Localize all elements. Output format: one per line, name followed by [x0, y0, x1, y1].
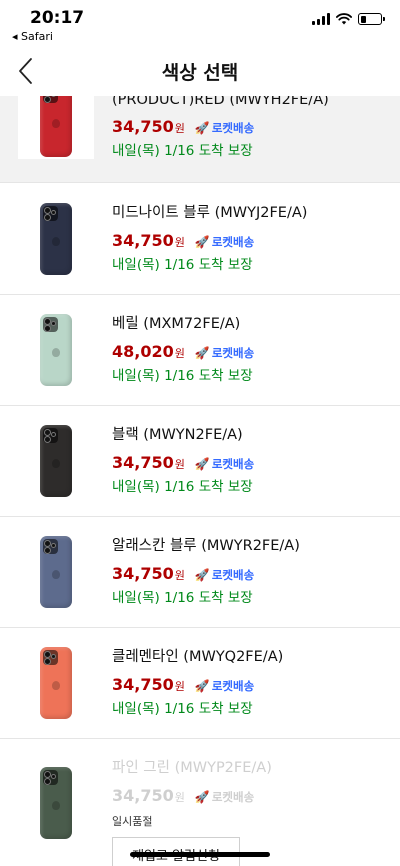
option-name: (PRODUCT)RED (MWYH2FE/A)	[112, 96, 329, 108]
price: 34,750	[112, 231, 174, 250]
rocket-icon: 🚀	[194, 457, 210, 471]
currency: 원	[174, 458, 185, 471]
rocket-delivery-badge: 🚀 로켓배송	[194, 568, 255, 582]
option-name: 파인 그린 (MWYP2FE/A)	[112, 760, 272, 776]
price: 34,750	[112, 453, 174, 472]
phone-case-image	[40, 767, 72, 839]
delivery-guarantee: 내일(목) 1/16 도착 보장	[112, 368, 253, 384]
rocket-delivery-badge: 🚀 로켓배송	[194, 679, 255, 693]
header: 색상 선택	[0, 44, 400, 96]
option-name: 베릴 (MXM72FE/A)	[112, 316, 241, 332]
cellular-signal-icon	[312, 13, 330, 25]
rocket-icon: 🚀	[194, 568, 210, 582]
page-title: 색상 선택	[161, 62, 239, 84]
phone-case-image	[40, 96, 72, 157]
status-icons	[312, 13, 385, 25]
product-thumbnail	[18, 96, 94, 159]
back-to-safari-link[interactable]: ◂ Safari	[12, 30, 53, 43]
color-option-alaskan-blue[interactable]: 알래스칸 블루 (MWYR2FE/A) 34,750 원 🚀 로켓배송 내일(목) …	[0, 517, 400, 628]
sold-out-status: 일시품절	[112, 815, 153, 828]
rocket-delivery-badge: 🚀 로켓배송	[194, 790, 255, 804]
delivery-guarantee: 내일(목) 1/16 도착 보장	[112, 590, 253, 606]
color-option-midnight-blue[interactable]: 미드나이트 블루 (MWYJ2FE/A) 34,750 원 🚀 로켓배송 내일(목)…	[0, 184, 400, 295]
option-name: 클레멘타인 (MWYQ2FE/A)	[112, 649, 284, 665]
price: 34,750	[112, 117, 174, 136]
product-thumbnail	[18, 534, 94, 610]
phone-case-image	[40, 647, 72, 719]
product-thumbnail	[18, 765, 94, 841]
rocket-icon: 🚀	[194, 790, 210, 804]
color-option-black[interactable]: 블랙 (MWYN2FE/A) 34,750 원 🚀 로켓배송 내일(목) 1/16 …	[0, 406, 400, 517]
phone-case-image	[40, 536, 72, 608]
phone-case-image	[40, 203, 72, 275]
color-option-beryl[interactable]: 베릴 (MXM72FE/A) 48,020 원 🚀 로켓배송 내일(목) 1/16 …	[0, 295, 400, 406]
product-thumbnail	[18, 312, 94, 388]
currency: 원	[174, 569, 185, 582]
rocket-icon: 🚀	[194, 679, 210, 693]
phone-case-image	[40, 314, 72, 386]
rocket-delivery-badge: 🚀 로켓배송	[194, 121, 255, 135]
currency: 원	[174, 791, 185, 804]
delivery-guarantee: 내일(목) 1/16 도착 보장	[112, 143, 253, 159]
color-option-pine-green: 파인 그린 (MWYP2FE/A) 34,750원 🚀로켓배송 일시품절 재입고…	[0, 739, 400, 866]
currency: 원	[174, 122, 185, 135]
delivery-guarantee: 내일(목) 1/16 도착 보장	[112, 479, 253, 495]
product-thumbnail	[18, 201, 94, 277]
rocket-delivery-badge: 🚀 로켓배송	[194, 457, 255, 471]
option-name: 미드나이트 블루 (MWYJ2FE/A)	[112, 205, 308, 221]
home-indicator[interactable]	[130, 852, 270, 857]
status-bar: 20:17 ◂ Safari	[0, 0, 400, 44]
color-option-list: (PRODUCT)RED (MWYH2FE/A) 34,750 원 🚀 로켓배송 내…	[0, 96, 400, 866]
price: 34,750	[112, 786, 174, 805]
battery-icon	[358, 13, 385, 25]
rocket-icon: 🚀	[194, 121, 210, 135]
price: 34,750	[112, 675, 174, 694]
phone-case-image	[40, 425, 72, 497]
color-option-clementine[interactable]: 클레멘타인 (MWYQ2FE/A) 34,750 원 🚀 로켓배송 내일(목) 1/…	[0, 628, 400, 739]
delivery-guarantee: 내일(목) 1/16 도착 보장	[112, 257, 253, 273]
price: 34,750	[112, 564, 174, 583]
clock: 20:17	[30, 8, 85, 28]
rocket-delivery-badge: 🚀 로켓배송	[194, 235, 255, 249]
rocket-icon: 🚀	[194, 235, 210, 249]
rocket-icon: 🚀	[194, 346, 210, 360]
delivery-guarantee: 내일(목) 1/16 도착 보장	[112, 701, 253, 717]
currency: 원	[174, 236, 185, 249]
product-thumbnail	[18, 645, 94, 721]
option-name: 알래스칸 블루 (MWYR2FE/A)	[112, 538, 300, 554]
price: 48,020	[112, 342, 174, 361]
wifi-icon	[336, 13, 352, 25]
color-option-red[interactable]: (PRODUCT)RED (MWYH2FE/A) 34,750 원 🚀 로켓배송 내…	[0, 96, 400, 183]
currency: 원	[174, 680, 185, 693]
currency: 원	[174, 347, 185, 360]
rocket-delivery-badge: 🚀 로켓배송	[194, 346, 255, 360]
option-name: 블랙 (MWYN2FE/A)	[112, 427, 243, 443]
product-thumbnail	[18, 423, 94, 499]
